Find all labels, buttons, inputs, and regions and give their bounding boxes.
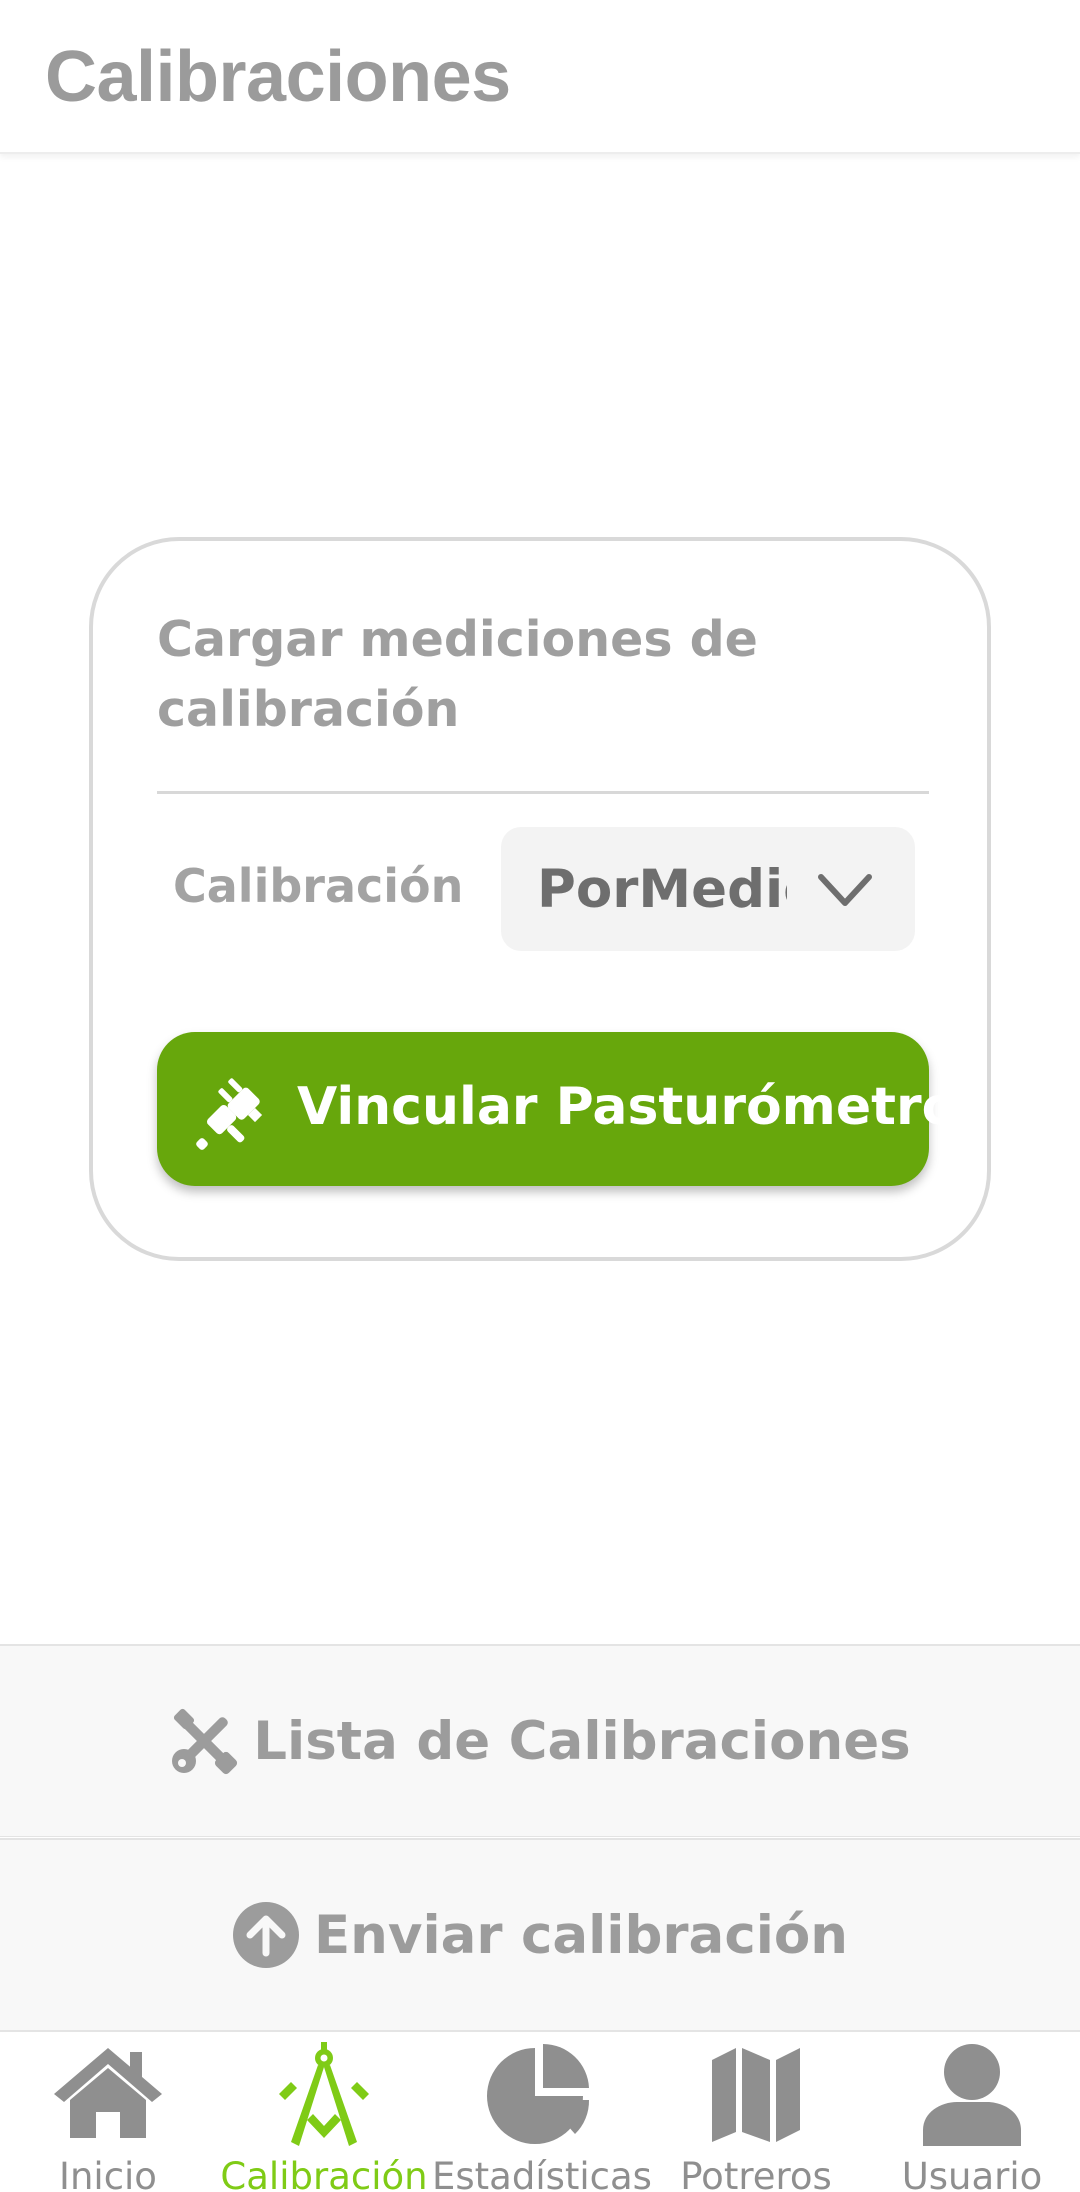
calibration-select[interactable]: PorMedic bbox=[501, 827, 915, 951]
tab-calibracion[interactable]: Calibración bbox=[216, 2032, 432, 2192]
compass-icon bbox=[279, 2042, 369, 2146]
arrow-up-circle-icon bbox=[232, 1902, 299, 1968]
tab-label: Inicio bbox=[59, 2155, 157, 2192]
app-header: Calibraciones bbox=[0, 0, 1080, 154]
calibration-select-value: PorMedic bbox=[537, 859, 787, 920]
tab-label: Estadísticas bbox=[432, 2155, 652, 2192]
tab-estadisticas[interactable]: Estadísticas bbox=[432, 2032, 652, 2192]
send-calibration-label: Enviar calibración bbox=[313, 1904, 849, 1966]
map-icon bbox=[712, 2048, 800, 2142]
bottom-tab-bar: Inicio Calibración Estadísticas Potreros… bbox=[0, 2030, 1080, 2192]
pie-chart-icon bbox=[487, 2044, 590, 2144]
plug-icon bbox=[196, 1078, 263, 1150]
calibration-list-button[interactable]: Lista de Calibraciones bbox=[0, 1644, 1080, 1837]
card-divider bbox=[157, 791, 929, 794]
calibration-list-label: Lista de Calibraciones bbox=[253, 1710, 911, 1772]
tab-inicio[interactable]: Inicio bbox=[0, 2032, 216, 2192]
calibration-card: Cargar mediciones de calibración Calibra… bbox=[89, 537, 991, 1261]
tab-label: Usuario bbox=[901, 2155, 1043, 2192]
home-icon bbox=[54, 2048, 162, 2138]
send-calibration-button[interactable]: Enviar calibración bbox=[0, 1838, 1080, 2031]
user-icon bbox=[923, 2044, 1021, 2146]
tools-icon bbox=[172, 1708, 238, 1775]
chevron-down-icon bbox=[818, 874, 872, 906]
calibration-label: Calibración bbox=[173, 859, 464, 913]
tab-potreros[interactable]: Potreros bbox=[648, 2032, 864, 2192]
page-title: Calibraciones bbox=[45, 37, 511, 117]
tab-label: Potreros bbox=[680, 2155, 832, 2192]
card-title: Cargar mediciones de calibración bbox=[157, 611, 758, 738]
tab-label: Calibración bbox=[220, 2155, 428, 2192]
link-pasturometer-label: Vincular Pasturómetro bbox=[297, 1077, 958, 1137]
link-pasturometer-button[interactable]: Vincular Pasturómetro bbox=[157, 1032, 957, 1186]
tab-usuario[interactable]: Usuario bbox=[864, 2032, 1080, 2192]
